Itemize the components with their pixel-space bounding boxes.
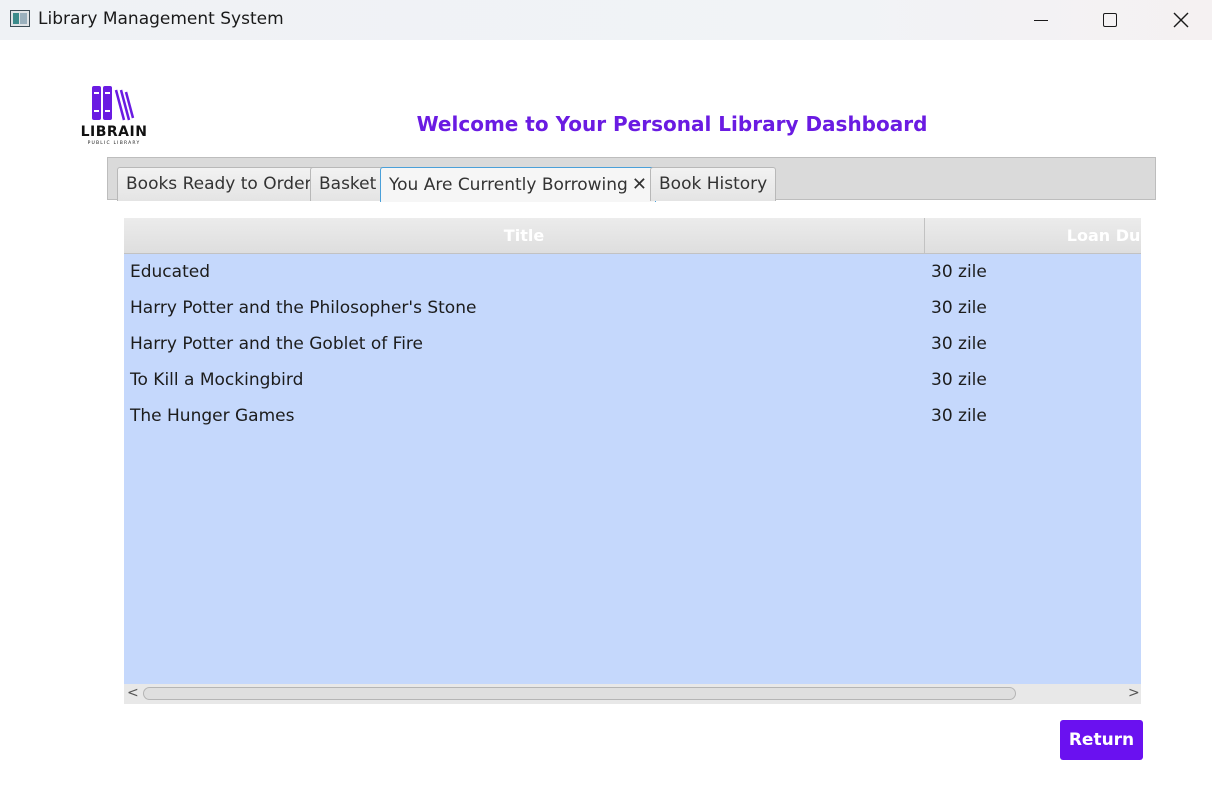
table-row[interactable]: Educated 30 zile xyxy=(124,254,1141,290)
chevron-right-icon[interactable]: > xyxy=(1128,685,1140,701)
cell-title: To Kill a Mockingbird xyxy=(130,370,304,390)
maximize-button[interactable] xyxy=(1075,0,1145,40)
logo-name: LIBRAIN xyxy=(80,124,148,140)
cell-title: Educated xyxy=(130,262,210,282)
close-button[interactable] xyxy=(1146,0,1212,40)
table-row[interactable]: Harry Potter and the Philosopher's Stone… xyxy=(124,290,1141,326)
cell-loan-duration: 30 zile xyxy=(931,262,987,282)
tab-books-ready-to-order[interactable]: Books Ready to Order xyxy=(117,167,321,201)
table-header: Title Loan Duratio xyxy=(124,218,1141,254)
app-window: Library Management System LIBRAIN PUBLIC… xyxy=(0,0,1212,804)
books-logo-icon xyxy=(92,86,135,121)
cell-loan-duration: 30 zile xyxy=(931,298,987,318)
tab-basket[interactable]: Basket xyxy=(310,167,386,201)
tab-book-history[interactable]: Book History xyxy=(650,167,777,201)
table-row[interactable]: To Kill a Mockingbird 30 zile xyxy=(124,362,1141,398)
borrowed-books-table[interactable]: Title Loan Duratio Educated 30 zile Harr… xyxy=(124,218,1141,704)
logo-subtitle: PUBLIC LIBRARY xyxy=(87,141,141,146)
close-icon xyxy=(1173,12,1189,28)
tab-label: Books Ready to Order xyxy=(126,174,312,194)
app-icon xyxy=(10,10,30,27)
tab-bar: Books Ready to Order Basket You Are Curr… xyxy=(107,157,1156,202)
cell-title: The Hunger Games xyxy=(130,406,295,426)
title-bar: Library Management System xyxy=(0,0,1212,40)
cell-title: Harry Potter and the Philosopher's Stone xyxy=(130,298,477,318)
maximize-icon xyxy=(1103,13,1117,27)
minimize-icon xyxy=(1034,19,1048,21)
cell-loan-duration: 30 zile xyxy=(931,334,987,354)
tab-label: Book History xyxy=(659,174,768,194)
horizontal-scrollbar[interactable]: < > xyxy=(124,684,1141,704)
return-button[interactable]: Return xyxy=(1060,720,1143,760)
page-title: Welcome to Your Personal Library Dashboa… xyxy=(416,112,928,136)
cell-title: Harry Potter and the Goblet of Fire xyxy=(130,334,424,354)
close-icon[interactable]: ✕ xyxy=(632,168,647,201)
cell-loan-duration: 30 zile xyxy=(931,406,987,426)
column-header-title[interactable]: Title xyxy=(124,218,925,253)
tab-label: You Are Currently Borrowing xyxy=(389,175,628,195)
column-header-loan-duration[interactable]: Loan Duratio xyxy=(925,218,1141,253)
cell-loan-duration: 30 zile xyxy=(931,370,987,390)
scrollbar-thumb[interactable] xyxy=(143,687,1016,700)
table-row[interactable]: Harry Potter and the Goblet of Fire 30 z… xyxy=(124,326,1141,362)
minimize-button[interactable] xyxy=(1006,0,1076,40)
window-title: Library Management System xyxy=(38,9,284,29)
tab-currently-borrowing[interactable]: You Are Currently Borrowing ✕ xyxy=(380,167,656,202)
chevron-left-icon[interactable]: < xyxy=(127,685,139,701)
tab-label: Basket xyxy=(319,174,377,194)
logo: LIBRAIN PUBLIC LIBRARY xyxy=(78,84,150,150)
table-row[interactable]: The Hunger Games 30 zile xyxy=(124,398,1141,434)
